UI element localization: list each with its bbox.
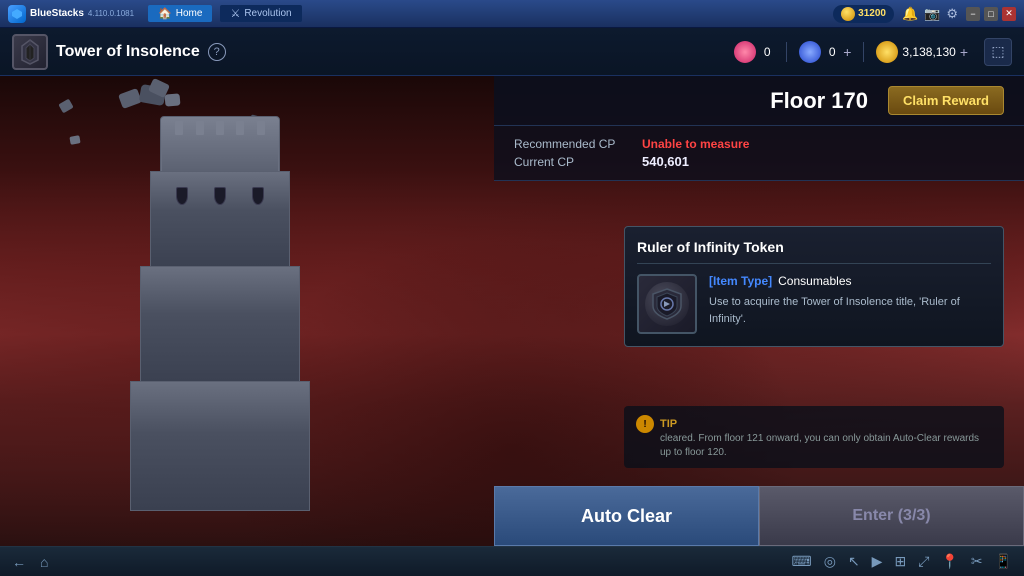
- resource-icon-pink: [734, 41, 756, 63]
- resource-plus-1[interactable]: +: [843, 44, 851, 60]
- settings-icon[interactable]: ⚙: [946, 6, 958, 22]
- taskbar-multi-icon[interactable]: ⊞: [894, 553, 906, 570]
- cp-current-label: Current CP: [514, 155, 634, 169]
- maximize-button[interactable]: □: [984, 7, 998, 21]
- taskbar-cursor-icon[interactable]: ↖: [848, 553, 860, 570]
- camera-icon[interactable]: 📷: [924, 6, 940, 22]
- rock-3: [69, 135, 80, 145]
- tower-header-icon: [12, 34, 48, 70]
- resource-item-1: 0: [734, 41, 774, 63]
- taskbar-scissors-icon[interactable]: ✂: [971, 553, 983, 570]
- taskbar-back-icon[interactable]: ←: [12, 554, 26, 570]
- tooltip-body: [Item Type] Consumables Use to acquire t…: [637, 274, 991, 334]
- tab-home-label: Home: [176, 8, 203, 19]
- resource-item-2: 0 +: [799, 41, 851, 63]
- bottom-buttons: Auto Clear Enter (3/3): [494, 486, 1024, 546]
- taskbar-video-icon[interactable]: ▶: [872, 553, 883, 570]
- notif-icons: 🔔 📷 ⚙: [902, 6, 958, 22]
- tip-icon: !: [636, 415, 654, 433]
- resource-separator-2: [863, 42, 864, 62]
- bluestacks-name: BlueStacks: [30, 8, 84, 19]
- window-controls: − □ ✕: [966, 7, 1016, 21]
- exit-button[interactable]: ⬚: [984, 38, 1012, 66]
- floor-label: Floor 170: [770, 88, 868, 114]
- cp-recommended-value: Unable to measure: [642, 137, 749, 151]
- auto-clear-button[interactable]: Auto Clear: [494, 486, 759, 546]
- resource-item-3: 3,138,130 +: [876, 41, 968, 63]
- title-bar-left: BlueStacks 4.110.0.1081 🏠 Home ⚔ Revolut…: [8, 5, 302, 23]
- bell-icon[interactable]: 🔔: [902, 6, 918, 22]
- bs-taskbar: ← ⌂ ⌨ ◎ ↖ ▶ ⊞ ⤢ 📍 ✂ 📱: [0, 546, 1024, 576]
- item-type-row: [Item Type] Consumables: [709, 274, 991, 288]
- resource-count-1: 0: [760, 45, 774, 59]
- resource-icon-blue: [799, 41, 821, 63]
- exit-icon: ⬚: [991, 43, 1004, 60]
- title-bar-right: 31200 🔔 📷 ⚙ − □ ✕: [833, 5, 1016, 23]
- game-header: Tower of Insolence ? 0 0 + 3,138,130 + ⬚: [0, 28, 1024, 76]
- item-icon-box: [637, 274, 697, 334]
- taskbar-expand-icon[interactable]: ⤢: [918, 553, 929, 570]
- taskbar-phone-icon[interactable]: 📱: [995, 553, 1012, 570]
- tab-game-label: Revolution: [244, 8, 291, 19]
- tab-game[interactable]: ⚔ Revolution: [220, 5, 301, 22]
- cp-info-panel: Recommended CP Unable to measure Current…: [494, 126, 1024, 181]
- main-content: ▼ ▼ 170 ▼ ▼ ▼ ▼ 169: [0, 76, 1024, 546]
- rocks-top: [110, 86, 190, 136]
- item-description: Use to acquire the Tower of Insolence ti…: [709, 294, 991, 327]
- tip-area: ! TIP cleared. From floor 121 onward, yo…: [624, 406, 1004, 468]
- enter-button[interactable]: Enter (3/3): [759, 486, 1024, 546]
- resource-plus-2[interactable]: +: [960, 44, 968, 60]
- tower-title-area: Tower of Insolence ?: [12, 34, 734, 70]
- resource-icon-gold: [876, 41, 898, 63]
- bs-taskbar-left: ← ⌂: [12, 554, 48, 570]
- bs-taskbar-right: ⌨ ◎ ↖ ▶ ⊞ ⤢ 📍 ✂ 📱: [792, 553, 1013, 570]
- help-button[interactable]: ?: [208, 43, 226, 61]
- floor-info-bar: Floor 170 Claim Reward: [494, 76, 1024, 126]
- rock-1: [58, 99, 73, 114]
- cp-recommended-label: Recommended CP: [514, 137, 634, 151]
- coins-value: 31200: [858, 8, 886, 19]
- tip-text: cleared. From floor 121 onward, you can …: [660, 432, 992, 460]
- cp-current-row: Current CP 540,601: [514, 154, 1004, 169]
- tower-segment-bot: ▼ ▼ 170 ▼ ▼: [140, 266, 300, 386]
- item-icon-inner: [645, 282, 689, 326]
- tip-label: TIP: [660, 418, 677, 430]
- tip-content: TIP cleared. From floor 121 onward, you …: [660, 414, 992, 460]
- resource-count-2: 0: [825, 45, 839, 59]
- close-button[interactable]: ✕: [1002, 7, 1016, 21]
- cp-recommended-row: Recommended CP Unable to measure: [514, 137, 1004, 151]
- bluestacks-version: 4.110.0.1081: [88, 9, 134, 18]
- taskbar-keyboard-icon[interactable]: ⌨: [792, 553, 812, 570]
- tower-segment-base: ▼ ▼ 169 ▼ ▼: [130, 381, 310, 511]
- cp-current-value: 540,601: [642, 154, 689, 169]
- item-type-value: Consumables: [778, 274, 851, 288]
- tower-container: ▼ ▼ 170 ▼ ▼ ▼ ▼ 169: [50, 86, 390, 516]
- tooltip-desc: [Item Type] Consumables Use to acquire t…: [709, 274, 991, 327]
- resource-separator-1: [786, 42, 787, 62]
- header-resources: 0 0 + 3,138,130 + ⬚: [734, 38, 1012, 66]
- item-type-label: [Item Type]: [709, 274, 772, 288]
- tooltip-title: Ruler of Infinity Token: [637, 239, 991, 264]
- tower-name-label: Tower of Insolence: [56, 43, 200, 61]
- taskbar-camera-icon[interactable]: ◎: [824, 553, 836, 570]
- minimize-button[interactable]: −: [966, 7, 980, 21]
- resource-count-3: 3,138,130: [902, 45, 955, 59]
- tower-body: ▼ ▼ 170 ▼ ▼ ▼ ▼ 169: [130, 116, 310, 506]
- claim-reward-button[interactable]: Claim Reward: [888, 86, 1004, 115]
- tip-row: ! TIP cleared. From floor 121 onward, yo…: [636, 414, 992, 460]
- coin-icon: [841, 7, 855, 21]
- bluestacks-logo: BlueStacks 4.110.0.1081: [8, 5, 134, 23]
- taskbar-home-icon[interactable]: ⌂: [40, 554, 48, 570]
- tower-segment-mid: [150, 171, 290, 271]
- title-bar: BlueStacks 4.110.0.1081 🏠 Home ⚔ Revolut…: [0, 0, 1024, 28]
- taskbar-location-icon[interactable]: 📍: [941, 553, 958, 570]
- item-tooltip: Ruler of Infinity Token [Item Type] Cons…: [624, 226, 1004, 347]
- coins-display: 31200: [833, 5, 894, 23]
- tab-home[interactable]: 🏠 Home: [148, 5, 212, 22]
- bluestacks-icon: [8, 5, 26, 23]
